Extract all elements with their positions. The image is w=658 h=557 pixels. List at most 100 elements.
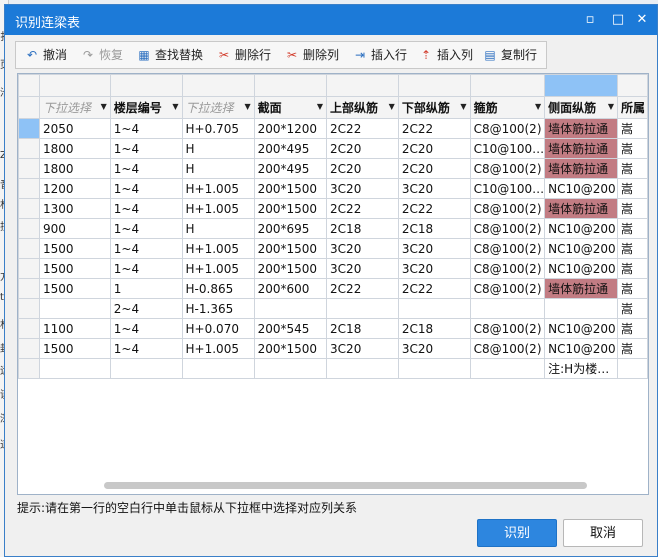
table-cell[interactable]: H xyxy=(181,158,255,179)
insert-row-button[interactable]: ⇥ 插入行 xyxy=(352,46,407,64)
table-cell[interactable]: C8@100(2) xyxy=(469,198,546,219)
column-selector[interactable] xyxy=(544,74,619,97)
table-cell[interactable]: 2C22 xyxy=(397,198,471,219)
table-cell[interactable]: 墙体筋拉通 xyxy=(544,198,619,219)
maximize-icon[interactable]: □ xyxy=(609,11,627,29)
table-cell[interactable] xyxy=(109,358,183,379)
table-cell[interactable] xyxy=(397,358,471,379)
table-cell[interactable]: 3C20 xyxy=(397,178,471,199)
table-cell[interactable]: H+0.705 xyxy=(181,118,255,139)
table-cell[interactable] xyxy=(469,298,546,319)
table-cell[interactable]: 1 xyxy=(109,278,183,299)
column-selector[interactable] xyxy=(469,74,546,97)
find-replace-button[interactable]: ▦ 查找替换 xyxy=(136,46,203,64)
table-cell[interactable]: C8@100(2) xyxy=(469,318,546,339)
row-number-cell[interactable] xyxy=(18,238,40,259)
recognize-button[interactable]: 识别 xyxy=(477,519,557,547)
table-cell[interactable]: 1~4 xyxy=(109,238,183,259)
table-cell[interactable]: H xyxy=(181,218,255,239)
table-cell[interactable]: 2C22 xyxy=(397,118,471,139)
table-cell[interactable] xyxy=(544,298,619,319)
table-cell[interactable]: 2C22 xyxy=(397,278,471,299)
table-cell[interactable] xyxy=(253,298,328,319)
table-cell[interactable]: 嵩 xyxy=(617,118,648,139)
table-cell[interactable]: NC10@200 xyxy=(544,238,619,259)
table-cell[interactable]: 嵩 xyxy=(617,258,648,279)
table-cell[interactable]: 200*495 xyxy=(253,138,328,159)
table-cell[interactable]: 2C18 xyxy=(326,318,399,339)
table-cell[interactable]: H+0.070 xyxy=(181,318,255,339)
table-cell[interactable]: 墙体筋拉通 xyxy=(544,158,619,179)
row-number-cell[interactable] xyxy=(18,158,40,179)
column-selector[interactable] xyxy=(109,74,183,97)
column-mapping-dropdown[interactable]: 侧面纵筋 ▼ xyxy=(544,96,619,119)
table-cell[interactable]: C8@100(2) xyxy=(469,238,546,259)
table-cell[interactable]: 墙体筋拉通 xyxy=(544,138,619,159)
table-cell[interactable]: 1500 xyxy=(38,258,111,279)
table-cell[interactable]: 2~4 xyxy=(109,298,183,319)
table-cell[interactable]: 200*545 xyxy=(253,318,328,339)
table-cell[interactable]: 墙体筋拉通 xyxy=(544,118,619,139)
table-cell[interactable]: 2C22 xyxy=(326,278,399,299)
table-cell[interactable]: 嵩 xyxy=(617,198,648,219)
delete-row-button[interactable]: ✂ 删除行 xyxy=(216,46,271,64)
table-cell[interactable]: H-0.865 xyxy=(181,278,255,299)
table-cell[interactable]: C8@100(2) xyxy=(469,338,546,359)
table-cell[interactable]: 1500 xyxy=(38,278,111,299)
table-cell[interactable]: C8@100(2) xyxy=(469,118,546,139)
table-cell[interactable]: 1~4 xyxy=(109,158,183,179)
column-selector[interactable] xyxy=(181,74,255,97)
table-cell[interactable]: 200*1500 xyxy=(253,198,328,219)
table-cell[interactable]: C8@100(2) xyxy=(469,158,546,179)
cancel-button[interactable]: 取消 xyxy=(563,519,643,547)
table-cell[interactable]: 注:H为楼… xyxy=(544,358,619,379)
column-selector[interactable] xyxy=(326,74,399,97)
table-cell[interactable]: 嵩 xyxy=(617,218,648,239)
table-cell[interactable]: 2C22 xyxy=(326,118,399,139)
column-mapping-dropdown[interactable]: 上部纵筋 ▼ xyxy=(326,96,399,119)
table-cell[interactable] xyxy=(469,358,546,379)
copy-row-button[interactable]: ▤ 复制行 xyxy=(482,46,537,64)
table-cell[interactable]: 200*695 xyxy=(253,218,328,239)
undo-button[interactable]: ↶ 撤消 xyxy=(24,46,67,64)
table-cell[interactable]: 3C20 xyxy=(326,178,399,199)
horizontal-scrollbar[interactable] xyxy=(104,482,587,489)
table-cell[interactable]: 1~4 xyxy=(109,198,183,219)
table-cell[interactable]: 2050 xyxy=(38,118,111,139)
table-cell[interactable]: 2C18 xyxy=(397,218,471,239)
table-cell[interactable]: 200*1200 xyxy=(253,118,328,139)
table-cell[interactable]: C10@100… xyxy=(469,178,546,199)
table-cell[interactable]: 1800 xyxy=(38,138,111,159)
table-cell[interactable]: 嵩 xyxy=(617,138,648,159)
table-cell[interactable]: 嵩 xyxy=(617,238,648,259)
table-cell[interactable]: C8@100(2) xyxy=(469,218,546,239)
column-mapping-dropdown[interactable]: 下拉选择 ▼ xyxy=(181,96,255,119)
table-cell[interactable]: H+1.005 xyxy=(181,338,255,359)
row-number-cell[interactable] xyxy=(18,138,40,159)
table-cell[interactable] xyxy=(253,358,328,379)
row-number-cell[interactable] xyxy=(18,338,40,359)
table-cell[interactable]: H+1.005 xyxy=(181,238,255,259)
table-cell[interactable]: 1~4 xyxy=(109,138,183,159)
table-cell[interactable]: 2C18 xyxy=(326,218,399,239)
column-selector[interactable] xyxy=(38,74,111,97)
insert-col-button[interactable]: ⇡ 插入列 xyxy=(418,46,473,64)
table-cell[interactable]: 2C20 xyxy=(397,158,471,179)
beam-table-grid[interactable]: 下拉选择 ▼ 楼层编号 ▼ 下拉选择 ▼ 截面 ▼ 上部纵筋 ▼ 下部纵筋 ▼ 箍筋 ▼ 侧面纵筋 ▼ 所属 20… xyxy=(17,73,649,495)
table-cell[interactable] xyxy=(326,298,399,319)
table-cell[interactable]: 200*1500 xyxy=(253,178,328,199)
table-cell[interactable]: 3C20 xyxy=(397,238,471,259)
row-number-cell[interactable] xyxy=(18,278,40,299)
table-cell[interactable]: 嵩 xyxy=(617,158,648,179)
table-cell[interactable]: 嵩 xyxy=(617,318,648,339)
column-mapping-dropdown[interactable]: 楼层编号 ▼ xyxy=(109,96,183,119)
column-mapping-dropdown[interactable]: 下部纵筋 ▼ xyxy=(397,96,471,119)
table-cell[interactable]: 嵩 xyxy=(617,278,648,299)
table-cell[interactable] xyxy=(397,298,471,319)
table-cell[interactable]: 1~4 xyxy=(109,318,183,339)
table-cell[interactable]: NC10@200 xyxy=(544,318,619,339)
table-cell[interactable]: 200*600 xyxy=(253,278,328,299)
column-selector[interactable] xyxy=(253,74,328,97)
table-cell[interactable]: 3C20 xyxy=(326,258,399,279)
table-cell[interactable]: 900 xyxy=(38,218,111,239)
